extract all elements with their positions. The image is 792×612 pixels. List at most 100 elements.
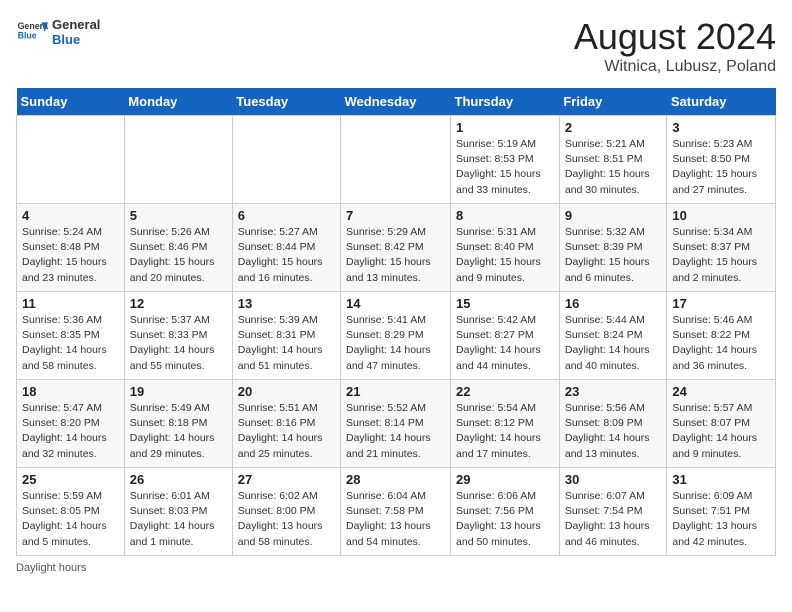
calendar-cell: 27Sunrise: 6:02 AM Sunset: 8:00 PM Dayli… [232,468,340,556]
day-info: Sunrise: 5:52 AM Sunset: 8:14 PM Dayligh… [346,401,445,462]
calendar-week-1: 1 Sunrise: 5:19 AM Sunset: 8:53 PM Daylig… [17,116,776,204]
day-info: Sunrise: 5:27 AM Sunset: 8:44 PM Dayligh… [238,225,335,286]
day-number: 29 [456,472,554,487]
calendar-cell: 2 Sunrise: 5:21 AM Sunset: 8:51 PM Daylig… [559,116,667,204]
calendar-cell: 6 Sunrise: 5:27 AM Sunset: 8:44 PM Daylig… [232,204,340,292]
logo: General Blue General Blue [16,16,100,48]
calendar-col-monday: Monday [124,88,232,116]
calendar-cell: 17Sunrise: 5:46 AM Sunset: 8:22 PM Dayli… [667,292,776,380]
calendar-cell [17,116,125,204]
calendar-cell: 13 Sunrise: 5:39 AM Sunset: 8:31 PM Dayli… [232,292,340,380]
day-number: 14 [346,296,445,311]
day-info: Sunrise: 5:37 AM Sunset: 8:33 PM Dayligh… [130,313,227,374]
day-info: Sunrise: 5:49 AM Sunset: 8:18 PM Dayligh… [130,401,227,462]
day-info: Sunrise: 6:07 AM Sunset: 7:54 PM Dayligh… [565,489,662,550]
day-info: Sunrise: 6:09 AM Sunset: 7:51 PM Dayligh… [672,489,770,550]
title-block: August 2024 Witnica, Lubusz, Poland [574,16,776,76]
calendar-cell: 30 Sunrise: 6:07 AM Sunset: 7:54 PM Dayli… [559,468,667,556]
day-info: Sunrise: 5:51 AM Sunset: 8:16 PM Dayligh… [238,401,335,462]
day-number: 1 [456,120,554,135]
day-number: 8 [456,208,554,223]
day-info: Sunrise: 5:54 AM Sunset: 8:12 PM Dayligh… [456,401,554,462]
svg-text:Blue: Blue [18,30,37,40]
calendar-cell: 11Sunrise: 5:36 AM Sunset: 8:35 PM Dayli… [17,292,125,380]
day-info: Sunrise: 5:24 AM Sunset: 8:48 PM Dayligh… [22,225,119,286]
day-info: Sunrise: 5:46 AM Sunset: 8:22 PM Dayligh… [672,313,770,374]
day-number: 3 [672,120,770,135]
calendar-week-2: 4 Sunrise: 5:24 AM Sunset: 8:48 PM Daylig… [17,204,776,292]
calendar-col-tuesday: Tuesday [232,88,340,116]
calendar-cell: 7Sunrise: 5:29 AM Sunset: 8:42 PM Daylig… [341,204,451,292]
day-info: Sunrise: 5:23 AM Sunset: 8:50 PM Dayligh… [672,137,770,198]
day-number: 24 [672,384,770,399]
calendar-week-4: 18 Sunrise: 5:47 AM Sunset: 8:20 PM Dayli… [17,380,776,468]
day-info: Sunrise: 5:21 AM Sunset: 8:51 PM Dayligh… [565,137,662,198]
calendar-cell: 23 Sunrise: 5:56 AM Sunset: 8:09 PM Dayli… [559,380,667,468]
day-number: 4 [22,208,119,223]
calendar-cell: 18 Sunrise: 5:47 AM Sunset: 8:20 PM Dayli… [17,380,125,468]
day-info: Sunrise: 5:59 AM Sunset: 8:05 PM Dayligh… [22,489,119,550]
day-number: 30 [565,472,662,487]
day-info: Sunrise: 5:31 AM Sunset: 8:40 PM Dayligh… [456,225,554,286]
day-info: Sunrise: 5:41 AM Sunset: 8:29 PM Dayligh… [346,313,445,374]
location: Witnica, Lubusz, Poland [574,58,776,76]
day-number: 22 [456,384,554,399]
calendar-cell: 31 Sunrise: 6:09 AM Sunset: 7:51 PM Dayli… [667,468,776,556]
day-number: 15 [456,296,554,311]
logo-icon: General Blue [16,16,48,48]
calendar-week-3: 11Sunrise: 5:36 AM Sunset: 8:35 PM Dayli… [17,292,776,380]
day-info: Sunrise: 6:01 AM Sunset: 8:03 PM Dayligh… [130,489,227,550]
day-number: 31 [672,472,770,487]
day-info: Sunrise: 5:56 AM Sunset: 8:09 PM Dayligh… [565,401,662,462]
day-info: Sunrise: 5:26 AM Sunset: 8:46 PM Dayligh… [130,225,227,286]
calendar-table: SundayMondayTuesdayWednesdayThursdayFrid… [16,88,776,556]
day-info: Sunrise: 6:06 AM Sunset: 7:56 PM Dayligh… [456,489,554,550]
day-number: 2 [565,120,662,135]
day-number: 18 [22,384,119,399]
calendar-cell: 14 Sunrise: 5:41 AM Sunset: 8:29 PM Dayli… [341,292,451,380]
calendar-cell: 22 Sunrise: 5:54 AM Sunset: 8:12 PM Dayli… [451,380,560,468]
calendar-col-saturday: Saturday [667,88,776,116]
calendar-header-row: SundayMondayTuesdayWednesdayThursdayFrid… [17,88,776,116]
day-info: Sunrise: 6:02 AM Sunset: 8:00 PM Dayligh… [238,489,335,550]
calendar-cell [341,116,451,204]
day-info: Sunrise: 5:36 AM Sunset: 8:35 PM Dayligh… [22,313,119,374]
calendar-col-thursday: Thursday [451,88,560,116]
calendar-cell [124,116,232,204]
day-info: Sunrise: 6:04 AM Sunset: 7:58 PM Dayligh… [346,489,445,550]
calendar-col-wednesday: Wednesday [341,88,451,116]
calendar-cell: 4 Sunrise: 5:24 AM Sunset: 8:48 PM Daylig… [17,204,125,292]
day-number: 6 [238,208,335,223]
day-info: Sunrise: 5:44 AM Sunset: 8:24 PM Dayligh… [565,313,662,374]
calendar-col-sunday: Sunday [17,88,125,116]
day-number: 9 [565,208,662,223]
calendar-cell: 3 Sunrise: 5:23 AM Sunset: 8:50 PM Daylig… [667,116,776,204]
calendar-col-friday: Friday [559,88,667,116]
day-number: 28 [346,472,445,487]
day-number: 10 [672,208,770,223]
day-number: 13 [238,296,335,311]
calendar-week-5: 25Sunrise: 5:59 AM Sunset: 8:05 PM Dayli… [17,468,776,556]
calendar-cell: 21Sunrise: 5:52 AM Sunset: 8:14 PM Dayli… [341,380,451,468]
logo-blue-text: Blue [52,32,100,47]
footer-daylight: Daylight hours [16,562,776,574]
day-number: 19 [130,384,227,399]
calendar-cell: 24 Sunrise: 5:57 AM Sunset: 8:07 PM Dayli… [667,380,776,468]
day-info: Sunrise: 5:19 AM Sunset: 8:53 PM Dayligh… [456,137,554,198]
day-number: 23 [565,384,662,399]
day-number: 7 [346,208,445,223]
day-info: Sunrise: 5:39 AM Sunset: 8:31 PM Dayligh… [238,313,335,374]
calendar-cell: 10Sunrise: 5:34 AM Sunset: 8:37 PM Dayli… [667,204,776,292]
day-number: 12 [130,296,227,311]
page-header: General Blue General Blue August 2024 Wi… [16,16,776,76]
day-number: 16 [565,296,662,311]
month-year: August 2024 [574,16,776,58]
calendar-cell: 5Sunrise: 5:26 AM Sunset: 8:46 PM Daylig… [124,204,232,292]
day-info: Sunrise: 5:32 AM Sunset: 8:39 PM Dayligh… [565,225,662,286]
calendar-cell: 28 Sunrise: 6:04 AM Sunset: 7:58 PM Dayli… [341,468,451,556]
calendar-cell: 29 Sunrise: 6:06 AM Sunset: 7:56 PM Dayli… [451,468,560,556]
day-info: Sunrise: 5:57 AM Sunset: 8:07 PM Dayligh… [672,401,770,462]
calendar-cell: 9 Sunrise: 5:32 AM Sunset: 8:39 PM Daylig… [559,204,667,292]
day-info: Sunrise: 5:47 AM Sunset: 8:20 PM Dayligh… [22,401,119,462]
calendar-cell [232,116,340,204]
